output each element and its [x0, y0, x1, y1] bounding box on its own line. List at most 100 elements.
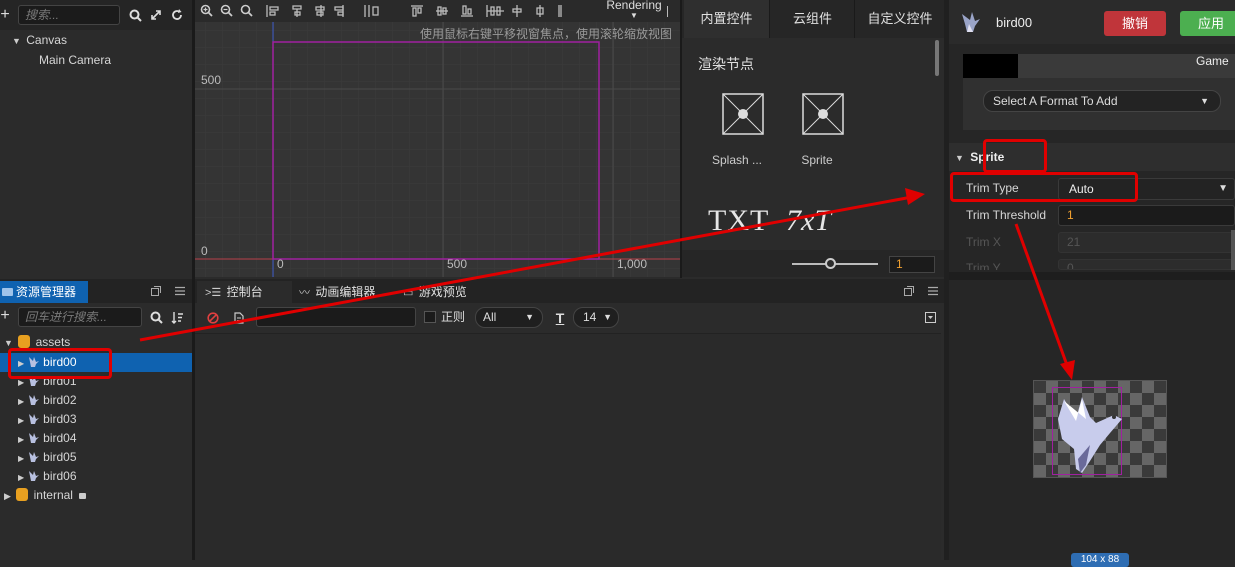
expand-arrow-icon[interactable]: ▶	[18, 378, 24, 387]
tab-custom-widgets[interactable]: 自定义控件	[856, 0, 944, 38]
format-select[interactable]: Select A Format To Add ▼	[983, 90, 1221, 112]
toolbar-separator	[667, 6, 668, 17]
font-size-select[interactable]: 14 ▼	[573, 307, 619, 328]
console-output	[195, 333, 941, 560]
widget-item-text[interactable]: TXT	[708, 204, 772, 244]
annotation-box-bird00	[8, 348, 112, 379]
chevron-down-icon: ▼	[525, 312, 534, 322]
tree-node-canvas[interactable]: ▼ Canvas	[12, 31, 67, 50]
expand-arrow-icon[interactable]: ▶	[18, 454, 24, 463]
align-tools[interactable]	[261, 4, 591, 18]
tab-cloud-components[interactable]: 云组件	[771, 0, 855, 38]
clear-icon[interactable]	[206, 311, 219, 324]
splash-icon	[721, 93, 764, 135]
regex-checkbox[interactable]	[424, 311, 436, 323]
tree-node-label: assets	[35, 335, 71, 349]
expand-arrow-icon[interactable]: ▶	[18, 416, 24, 425]
preview-divider[interactable]	[949, 272, 1235, 280]
format-select-value: Select A Format To Add	[993, 94, 1118, 108]
widget-item-label: Splash ...	[711, 153, 763, 167]
y-tick-label: 0	[201, 244, 208, 258]
tree-node-internal[interactable]: ▶ internal	[4, 486, 87, 504]
x-tick-label: 0	[277, 257, 284, 271]
inspector-scrollbar[interactable]	[1231, 230, 1235, 270]
log-file-icon[interactable]	[233, 311, 245, 324]
tab-console[interactable]: >☰ 控制台	[197, 281, 292, 303]
console-filter-input[interactable]	[256, 307, 416, 327]
menu-icon[interactable]	[927, 285, 939, 297]
tab-builtin-widgets[interactable]: 内置控件	[684, 0, 770, 38]
section-title: 渲染节点	[698, 56, 754, 72]
widgets-scrollbar[interactable]	[935, 40, 939, 76]
trim-x-field: 21	[1058, 232, 1235, 253]
level-filter-select[interactable]: All ▼	[475, 307, 543, 328]
assets-title: 资源管理器	[16, 285, 77, 299]
expand-arrow-icon: ▼	[955, 153, 964, 163]
rendering-dropdown[interactable]: Rendering ▼	[599, 0, 669, 22]
tab-label: 控制台	[226, 285, 263, 299]
txt-label: TXT	[708, 204, 770, 237]
refresh-icon[interactable]	[170, 8, 184, 22]
sort-icon[interactable]	[170, 310, 184, 324]
asset-item-bird02[interactable]: ▶ bird02	[18, 391, 77, 410]
asset-item-label: bird02	[43, 393, 77, 407]
zoom-in-icon[interactable]	[199, 3, 214, 18]
assets-panel: 资源管理器 + 回车进行搜索... ▼ assets ▶ internal ▶ b…	[0, 279, 192, 560]
x-tick-label: 500	[447, 257, 468, 271]
asset-name: bird00	[996, 15, 1033, 30]
zoom-reset-icon[interactable]	[239, 3, 254, 18]
db-icon	[16, 488, 29, 501]
collapse-icon[interactable]	[149, 8, 163, 22]
widget-item-bmfont[interactable]: 7xT	[786, 204, 854, 244]
tree-node-label: Main Camera	[39, 53, 112, 67]
assets-search-input[interactable]: 回车进行搜索...	[18, 307, 142, 327]
search-icon[interactable]	[149, 310, 163, 324]
tree-node-label: Canvas	[26, 33, 67, 47]
chevron-down-icon: ▼	[1200, 96, 1209, 106]
chevron-down-icon: ▼	[1218, 183, 1228, 194]
expand-arrow-icon[interactable]: ▶	[18, 435, 24, 444]
collapse-console-icon[interactable]	[924, 311, 936, 323]
expand-arrow-icon[interactable]: ▶	[18, 473, 24, 482]
tab-game-preview[interactable]: ▭ 游戏预览	[403, 281, 493, 303]
hierarchy-search-input[interactable]: 搜索...	[18, 5, 120, 25]
apply-button[interactable]: 应用	[1180, 11, 1235, 36]
zoom-out-icon[interactable]	[219, 3, 234, 18]
popout-icon[interactable]	[150, 285, 162, 297]
asset-item-bird05[interactable]: ▶ bird05	[18, 448, 77, 467]
expand-arrow-icon: ▼	[4, 338, 13, 348]
tab-animation-editor[interactable]: 〰 动画编辑器	[299, 281, 395, 303]
chevron-down-icon: ▼	[630, 11, 638, 20]
preview-icon: ▭	[403, 287, 414, 299]
widget-item-splash[interactable]: Splash ...	[704, 92, 770, 178]
zoom-value-field[interactable]: 1	[889, 256, 935, 273]
asset-item-bird03[interactable]: ▶ bird03	[18, 410, 77, 429]
scene-panel: Rendering ▼ 使用鼠标右键平移视窗焦点，使用滚轮缩放视图 500 0 …	[195, 0, 680, 277]
asset-item-bird04[interactable]: ▶ bird04	[18, 429, 77, 448]
add-asset-icon[interactable]: +	[0, 307, 10, 325]
add-node-icon[interactable]: +	[0, 6, 10, 24]
tree-node-label: internal	[33, 488, 73, 502]
popout-icon[interactable]	[903, 285, 915, 297]
platform-label[interactable]: Game	[1196, 54, 1229, 68]
scene-viewport[interactable]: 使用鼠标右键平移视窗焦点，使用滚轮缩放视图 500 0 0 500 1,000	[195, 22, 680, 277]
tab-label: 动画编辑器	[315, 285, 376, 299]
zoom-slider-handle[interactable]	[825, 258, 836, 269]
tree-node-main-camera[interactable]: Main Camera	[39, 51, 111, 70]
bird-icon	[1058, 397, 1122, 473]
annotation-box	[983, 139, 1047, 173]
widget-item-sprite[interactable]: Sprite	[784, 92, 850, 178]
menu-icon[interactable]	[174, 285, 186, 297]
expand-arrow-icon[interactable]: ▶	[18, 397, 24, 406]
bird-asset-icon	[28, 469, 40, 488]
assets-tab[interactable]: 资源管理器	[0, 281, 88, 303]
search-icon[interactable]	[128, 8, 142, 22]
asset-item-bird06[interactable]: ▶ bird06	[18, 467, 77, 486]
asset-item-label: bird05	[43, 450, 77, 464]
revert-button[interactable]: 撤销	[1104, 11, 1166, 36]
animation-icon: 〰	[299, 287, 310, 299]
trim-threshold-field[interactable]: 1	[1058, 205, 1235, 226]
hierarchy-panel: + 搜索... ▼ Canvas Main Camera	[0, 0, 192, 277]
asset-item-label: bird06	[43, 469, 77, 483]
expand-arrow-icon[interactable]: ▼	[12, 36, 21, 46]
